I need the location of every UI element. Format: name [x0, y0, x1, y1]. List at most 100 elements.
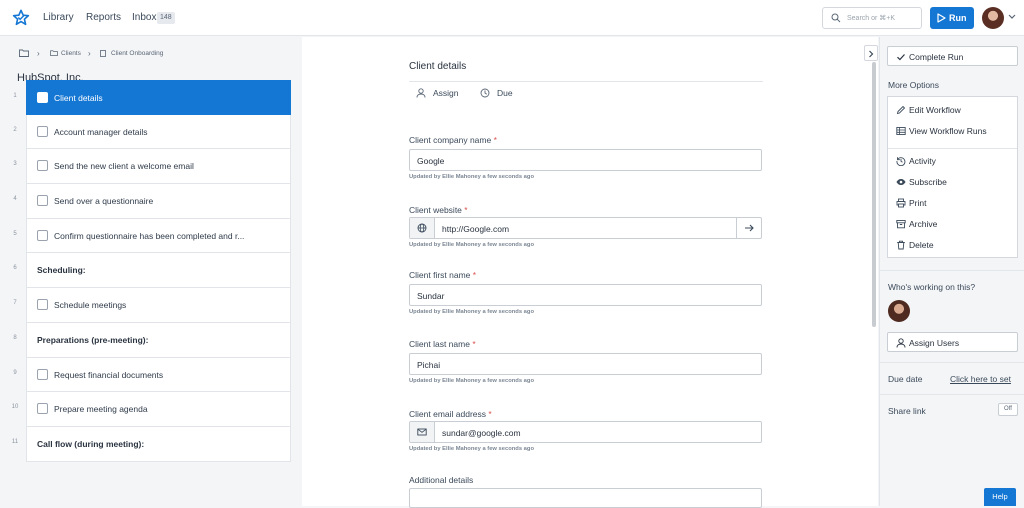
set-due-date-link[interactable]: Click here to set	[950, 374, 1011, 384]
assign-label: Assign	[433, 88, 459, 98]
section-title: Client details	[409, 61, 467, 72]
collapse-sidebar-button[interactable]	[864, 45, 878, 61]
step-checkbox[interactable]	[37, 195, 48, 207]
field-label-text: Client first name	[409, 270, 471, 280]
step-checkbox[interactable]	[37, 160, 48, 172]
play-icon	[937, 13, 946, 23]
logo-star-icon[interactable]	[12, 9, 30, 27]
step-item[interactable]: 1 Client details	[13, 80, 291, 115]
step-checkbox[interactable]	[37, 92, 48, 103]
company-name-input[interactable]: Google	[409, 149, 762, 171]
top-bar: Library Reports Inbox 148 Search or ⌘+K …	[0, 0, 1024, 36]
step-label: Account manager details	[54, 126, 148, 137]
step-checkbox[interactable]	[37, 229, 48, 241]
breadcrumb-clients[interactable]: Clients	[61, 50, 81, 57]
step-checkbox[interactable]	[37, 403, 48, 415]
inbox-count-badge: 148	[157, 12, 175, 24]
last-name-value: Pichai	[417, 360, 441, 370]
divider	[879, 362, 1024, 363]
updated-note: Updated by Ellie Mahoney a few seconds a…	[409, 174, 534, 180]
menu-divider	[888, 148, 1017, 149]
step-item[interactable]: 7 Schedule meetings	[13, 288, 291, 323]
step-heading[interactable]: 11 Call flow (during meeting):	[12, 426, 291, 462]
eye-icon	[896, 179, 906, 185]
step-item[interactable]: 2 Account manager details	[13, 114, 291, 150]
step-label: Confirm questionnaire has been completed…	[54, 230, 245, 241]
required-mark: *	[464, 205, 468, 215]
step-checkbox[interactable]	[37, 125, 48, 137]
step-number: 10	[11, 404, 19, 411]
chevron-right-icon	[869, 50, 874, 58]
step-number: 1	[13, 93, 17, 99]
additional-details-label: Additional details	[409, 475, 474, 485]
assign-users-button[interactable]: Assign Users	[887, 332, 1018, 352]
folder-icon[interactable]	[19, 49, 29, 57]
menu-label: Print	[909, 198, 927, 208]
step-checkbox[interactable]	[37, 299, 48, 311]
step-item[interactable]: 9 Request financial documents	[13, 357, 291, 393]
step-item[interactable]: 4 Send over a questionnaire	[13, 184, 291, 219]
email-input[interactable]: sundar@google.com	[409, 421, 762, 443]
nav-library[interactable]: Library	[43, 12, 74, 23]
help-button[interactable]: Help	[984, 488, 1016, 506]
last-name-input[interactable]: Pichai	[409, 353, 762, 375]
required-mark: *	[488, 409, 492, 419]
additional-details-input[interactable]	[409, 488, 762, 508]
assign-users-label: Assign Users	[909, 338, 960, 348]
website-input[interactable]: http://Google.com	[409, 217, 762, 239]
updated-note: Updated by Ellie Mahoney a few seconds a…	[409, 242, 534, 248]
breadcrumb-separator-icon: ›	[37, 49, 40, 58]
worker-avatar[interactable]	[888, 300, 910, 322]
globe-icon	[417, 223, 427, 233]
step-checkbox[interactable]	[37, 368, 48, 380]
field-label-text: Client website	[409, 205, 462, 215]
first-name-value: Sundar	[417, 291, 445, 301]
step-number: 5	[13, 230, 17, 237]
step-label: Send the new client a welcome email	[54, 161, 194, 172]
step-item[interactable]: 10 Prepare meeting agenda	[12, 392, 291, 427]
menu-label: View Workflow Runs	[909, 126, 987, 136]
printer-icon	[896, 198, 906, 208]
complete-run-label: Complete Run	[909, 52, 964, 62]
field-label-text: Client last name	[409, 339, 470, 349]
step-number: 7	[13, 300, 17, 307]
step-number: 3	[13, 161, 17, 168]
divider	[409, 81, 763, 82]
share-link-label: Share link	[888, 406, 926, 416]
divider	[879, 270, 1024, 271]
menu-label: Activity	[909, 156, 936, 166]
run-button[interactable]: Run	[930, 7, 974, 29]
breadcrumb-client-onboarding[interactable]: Client Onboarding	[111, 50, 163, 57]
updated-note: Updated by Ellie Mahoney a few seconds a…	[409, 309, 534, 315]
table-icon	[896, 127, 906, 135]
scrollbar[interactable]	[872, 62, 876, 327]
chevron-down-icon[interactable]	[1008, 14, 1016, 20]
step-number: 2	[13, 126, 17, 133]
field-label: Client email address *	[409, 409, 492, 419]
arrow-right-icon	[745, 224, 754, 232]
user-icon	[896, 338, 906, 348]
step-item[interactable]: 3 Send the new client a welcome email	[13, 149, 291, 185]
field-label-text: Client company name	[409, 135, 492, 145]
nav-reports[interactable]: Reports	[86, 12, 121, 23]
open-link-button[interactable]	[736, 218, 761, 238]
step-label: Scheduling:	[37, 265, 86, 276]
step-item[interactable]: 5 Confirm questionnaire has been complete…	[13, 218, 291, 254]
globe-addon	[410, 218, 435, 238]
step-list: 1 Client details 2 Account manager details 3…	[12, 80, 291, 462]
field-label: Client first name *	[409, 270, 476, 280]
run-label: Run	[949, 13, 967, 23]
first-name-input[interactable]: Sundar	[409, 284, 762, 306]
step-heading[interactable]: 6 Scheduling:	[13, 253, 291, 289]
updated-note: Updated by Ellie Mahoney a few seconds a…	[409, 446, 534, 452]
search-input[interactable]: Search or ⌘+K	[822, 7, 922, 29]
nav-inbox[interactable]: Inbox	[132, 12, 156, 23]
user-avatar[interactable]	[982, 7, 1004, 29]
share-link-toggle[interactable]: Off	[998, 403, 1018, 416]
field-label: Client last name *	[409, 339, 476, 349]
step-heading[interactable]: 8 Preparations (pre-meeting):	[13, 322, 291, 358]
document-icon	[100, 50, 106, 57]
field-label: Client company name *	[409, 135, 497, 145]
complete-run-button[interactable]: Complete Run	[887, 46, 1018, 66]
breadcrumb-separator-icon: ›	[88, 49, 91, 58]
